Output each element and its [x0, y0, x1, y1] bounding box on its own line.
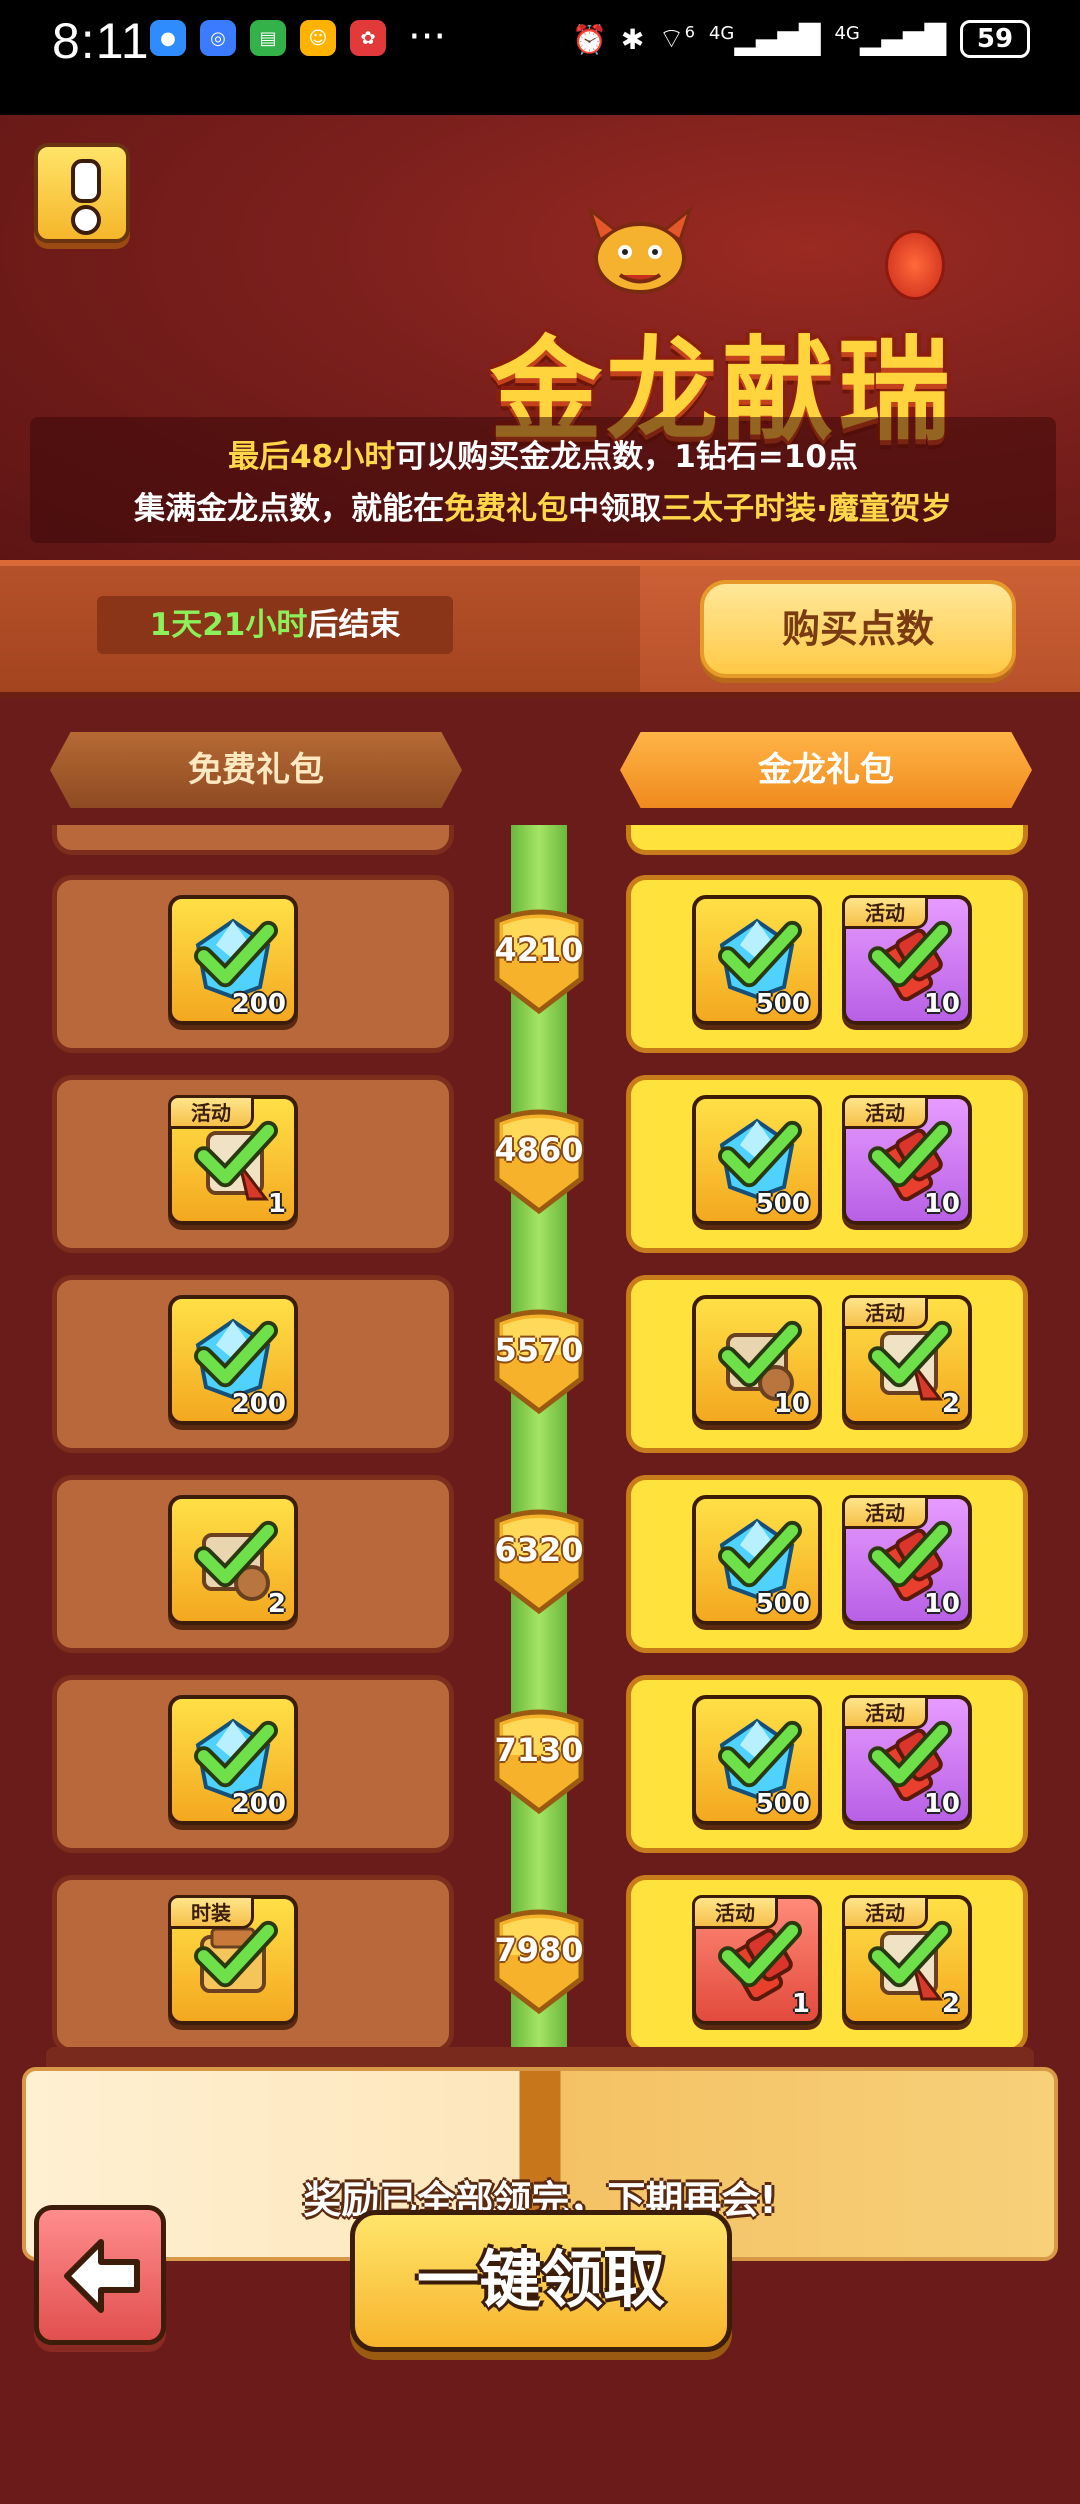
reward-item-scroll-red[interactable]: 1 活动 — [168, 1095, 298, 1225]
item-count: 500 — [755, 1589, 810, 1619]
reward-item-scroll-red[interactable]: 2 活动 — [842, 1895, 972, 2025]
reward-item-scroll[interactable]: 10 — [692, 1295, 822, 1425]
reward-item-diamond[interactable]: 500 — [692, 895, 822, 1025]
reward-item-diamond[interactable]: 200 — [168, 895, 298, 1025]
buy-points-button[interactable]: 购买点数 — [700, 580, 1016, 678]
points-node: 4860 — [489, 1107, 589, 1217]
dragon-icon — [586, 205, 694, 294]
message-app-icon: ● — [150, 20, 186, 56]
points-node: 6320 — [489, 1507, 589, 1617]
points-node: 5570 — [489, 1307, 589, 1417]
claimed-check-icon — [194, 1320, 278, 1388]
item-tag: 活动 — [842, 1295, 928, 1329]
item-tag: 时装 — [168, 1895, 254, 1929]
alarm-icon: ⏰ — [572, 22, 607, 56]
points-threshold: 4860 — [494, 1131, 584, 1169]
menu-button[interactable] — [34, 143, 130, 243]
item-count: 10 — [773, 1389, 810, 1419]
item-count: 500 — [755, 989, 810, 1019]
item-tag: 活动 — [842, 1895, 928, 1929]
claim-all-button[interactable]: 一键领取 — [350, 2210, 732, 2352]
menu-icon — [71, 159, 101, 203]
reward-item-firecracker[interactable]: 10 活动 — [842, 895, 972, 1025]
item-count: 200 — [231, 989, 286, 1019]
status-time: 8:11 — [52, 13, 150, 69]
points-threshold: 6320 — [494, 1531, 584, 1569]
item-count: 2 — [941, 1989, 960, 2019]
more-notifications-icon: ··· — [408, 14, 447, 60]
reward-item-diamond[interactable]: 200 — [168, 1295, 298, 1425]
claimed-check-icon — [718, 1320, 802, 1388]
item-tag: 活动 — [168, 1095, 254, 1129]
status-bar: 8:11 ● ◎ ▤ ☺ ✿ ··· ⏰ ✱ ⌔6 4G▂▄▆█ 4G▂▄▆█ … — [0, 0, 1080, 115]
reward-item-diamond[interactable]: 500 — [692, 1695, 822, 1825]
lantern-icon — [885, 230, 945, 300]
item-count: 200 — [231, 1389, 286, 1419]
item-count: 500 — [755, 1189, 810, 1219]
points-node: 4210 — [489, 907, 589, 1017]
points-threshold: 4210 — [494, 931, 584, 969]
item-count: 10 — [923, 989, 960, 1019]
game-screen: 金龙献瑞 最后48小时可以购买金龙点数，1钻石=10点 集满金龙点数，就能在免费… — [0, 115, 1080, 2504]
claimed-check-icon — [718, 1520, 802, 1588]
reward-item-firecracker[interactable]: 10 活动 — [842, 1095, 972, 1225]
partial-row-gold — [626, 825, 1028, 855]
item-tag: 活动 — [842, 1095, 928, 1129]
item-count: 2 — [941, 1389, 960, 1419]
item-count: 200 — [231, 1789, 286, 1819]
event-info: 最后48小时可以购买金龙点数，1钻石=10点 集满金龙点数，就能在免费礼包中领取… — [30, 417, 1056, 543]
signal-icon-1: 4G▂▄▆█ — [708, 22, 821, 56]
item-tag: 活动 — [842, 1495, 928, 1529]
shop-app-icon: ✿ — [350, 20, 386, 56]
bluetooth-icon: ✱ — [620, 22, 645, 56]
reward-item-diamond[interactable]: 500 — [692, 1095, 822, 1225]
reward-item-diamond[interactable]: 200 — [168, 1695, 298, 1825]
game-app-icon: ☺ — [300, 20, 336, 56]
item-count: 1 — [791, 1989, 810, 2019]
info-line-2: 集满金龙点数，就能在免费礼包中领取三太子时装·魔童贺岁 — [134, 491, 952, 527]
notification-icons: ● ◎ ▤ ☺ ✿ — [150, 20, 386, 56]
item-count: 1 — [267, 1189, 286, 1219]
reward-item-firecracker[interactable]: 10 活动 — [842, 1695, 972, 1825]
signal-icon-2: 4G▂▄▆█ — [834, 22, 946, 56]
back-button[interactable] — [34, 2205, 166, 2345]
info-line-1: 最后48小时可以购买金龙点数，1钻石=10点 — [228, 439, 858, 475]
item-count: 2 — [267, 1589, 286, 1619]
tab-free-pack[interactable]: 免费礼包 — [50, 732, 462, 808]
item-count: 500 — [755, 1789, 810, 1819]
wifi-icon: ⌔6 — [658, 21, 695, 55]
claimed-check-icon — [194, 920, 278, 988]
item-tag: 活动 — [842, 1695, 928, 1729]
partial-row-free — [52, 825, 454, 855]
item-tag: 活动 — [692, 1895, 778, 1929]
reward-item-firecracker[interactable]: 10 活动 — [842, 1495, 972, 1625]
claimed-check-icon — [194, 1520, 278, 1588]
item-count: 10 — [923, 1189, 960, 1219]
claimed-check-icon — [718, 1720, 802, 1788]
points-node: 7130 — [489, 1707, 589, 1817]
timer-strip: 1天21小时后结束 购买点数 — [0, 560, 1080, 698]
reward-item-costume[interactable]: 时装 — [168, 1895, 298, 2025]
item-count: 10 — [923, 1589, 960, 1619]
claimed-check-icon — [718, 1120, 802, 1188]
points-threshold: 5570 — [494, 1331, 584, 1369]
sim-app-icon: ▤ — [250, 20, 286, 56]
item-count: 10 — [923, 1789, 960, 1819]
points-threshold: 7980 — [494, 1931, 584, 1969]
battery-icon: 59 — [960, 20, 1030, 58]
browser-app-icon: ◎ — [200, 20, 236, 56]
back-arrow-icon — [64, 2239, 140, 2313]
status-right: ⏰ ✱ ⌔6 4G▂▄▆█ 4G▂▄▆█ 59 — [572, 20, 1030, 58]
tab-gold-dragon-pack[interactable]: 金龙礼包 — [620, 732, 1032, 808]
points-node: 7980 — [489, 1907, 589, 2017]
item-tag: 活动 — [842, 895, 928, 929]
claimed-check-icon — [194, 1720, 278, 1788]
claimed-check-icon — [718, 920, 802, 988]
reward-item-scroll[interactable]: 2 — [168, 1495, 298, 1625]
points-threshold: 7130 — [494, 1731, 584, 1769]
reward-item-diamond[interactable]: 500 — [692, 1495, 822, 1625]
countdown-timer: 1天21小时后结束 — [97, 596, 453, 654]
reward-item-firecracker[interactable]: 1 活动 — [692, 1895, 822, 2025]
reward-item-scroll-red[interactable]: 2 活动 — [842, 1295, 972, 1425]
